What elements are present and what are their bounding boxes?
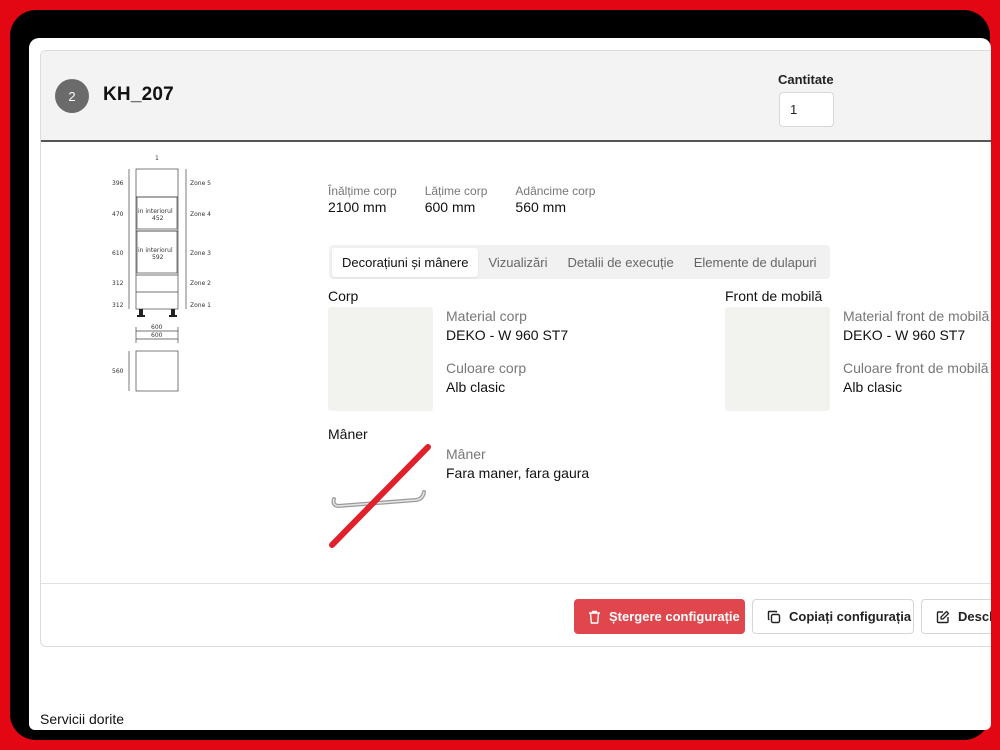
front-color-value: Alb clasic bbox=[843, 379, 903, 395]
footer-divider bbox=[41, 583, 991, 584]
height-label-zone4: 470 bbox=[112, 211, 124, 218]
corp-color-field: Culoare corp Alb clasic bbox=[446, 360, 526, 395]
corp-color-value: Alb clasic bbox=[446, 379, 506, 395]
step-badge: 2 bbox=[55, 79, 89, 113]
dimension-height: Înălțime corp 2100 mm bbox=[328, 184, 397, 215]
cabinet-drawing: 1 396 470 610 312 312 Zone 5 Zone 4 Zone… bbox=[112, 155, 211, 392]
front-material-label: Material front de mobilă bbox=[843, 308, 990, 324]
interior-label-1: in interiorul bbox=[138, 208, 173, 215]
dimension-height-value: 2100 mm bbox=[328, 199, 387, 215]
dimension-height-label: Înălțime corp bbox=[328, 184, 397, 198]
copy-configuration-label: Copiați configurația bbox=[789, 609, 912, 624]
copy-icon bbox=[767, 610, 781, 623]
configuration-card: 2 KH_207 Cantitate 1 1 396 470 610 312 3… bbox=[40, 50, 991, 647]
tab-visualizations[interactable]: Vizualizări bbox=[478, 248, 557, 277]
dimension-width-label: Lățime corp bbox=[424, 184, 488, 198]
tab-execution-details[interactable]: Detalii de execuție bbox=[557, 248, 683, 277]
delete-configuration-button[interactable]: Ștergere configurație bbox=[574, 599, 745, 634]
cabinet-code: KH_207 bbox=[103, 84, 174, 105]
width-inner-label: 600 bbox=[151, 332, 163, 339]
corp-material-label: Material corp bbox=[446, 308, 527, 324]
corp-material-value: DEKO - W 960 ST7 bbox=[446, 327, 569, 343]
height-label-zone1: 312 bbox=[112, 302, 124, 309]
dimensions-row: Înălțime corp 2100 mm Lățime corp 600 mm… bbox=[328, 184, 595, 215]
interior-value-1: 452 bbox=[152, 215, 164, 222]
corp-color-label: Culoare corp bbox=[446, 360, 527, 376]
front-color-field: Culoare front de mobilă Alb clasic bbox=[843, 360, 989, 395]
zone-label-3: Zone 3 bbox=[190, 250, 211, 257]
quantity-input[interactable] bbox=[779, 92, 834, 127]
dimension-width: Lățime corp 600 mm bbox=[425, 184, 488, 215]
cabinet-outline bbox=[128, 168, 187, 392]
tab-cabinet-elements[interactable]: Elemente de dulapuri bbox=[684, 248, 827, 277]
front-section-title: Front de mobilă bbox=[725, 288, 823, 304]
corp-material-swatch[interactable] bbox=[328, 307, 433, 411]
dimension-depth: Adâncime corp 560 mm bbox=[515, 184, 595, 215]
no-handle-image[interactable] bbox=[328, 444, 432, 549]
dimension-width-value: 600 mm bbox=[424, 199, 476, 215]
zone-label-1: Zone 1 bbox=[190, 302, 211, 309]
delete-configuration-label: Ștergere configurație bbox=[609, 609, 740, 624]
front-material-field: Material front de mobilă DEKO - W 960 ST… bbox=[843, 308, 989, 343]
dimension-depth-label: Adâncime corp bbox=[515, 184, 596, 198]
interior-value-2: 592 bbox=[152, 254, 164, 261]
height-label-zone3: 610 bbox=[112, 250, 124, 257]
handle-value: Fara maner, fara gaura bbox=[446, 465, 590, 481]
width-outer-label: 600 bbox=[151, 324, 163, 331]
strike-through-icon bbox=[329, 444, 431, 548]
zone-label-5: Zone 5 bbox=[190, 180, 211, 187]
height-label-zone5: 396 bbox=[112, 180, 124, 187]
card-header: 2 KH_207 Cantitate bbox=[41, 51, 991, 142]
tab-decorations-handles[interactable]: Decorațiuni și mânere bbox=[332, 247, 479, 277]
corp-section-title: Corp bbox=[328, 288, 359, 304]
edit-icon bbox=[936, 610, 950, 623]
description-label: Desch bbox=[958, 609, 991, 624]
zone-label-2: Zone 2 bbox=[190, 280, 211, 287]
cabinet-feet bbox=[137, 309, 177, 317]
drawing-top-label: 1 bbox=[155, 155, 159, 162]
front-material-value: DEKO - W 960 ST7 bbox=[843, 327, 966, 343]
corp-material-field: Material corp DEKO - W 960 ST7 bbox=[446, 308, 568, 343]
height-label-zone2: 312 bbox=[112, 280, 124, 287]
zone-label-4: Zone 4 bbox=[190, 211, 211, 218]
detail-tabs: Decorațiuni și mânere Vizualizări Detali… bbox=[329, 245, 830, 279]
description-button[interactable]: Desch bbox=[921, 599, 991, 634]
device-frame: 2 KH_207 Cantitate 1 1 396 470 610 312 3… bbox=[10, 10, 991, 740]
handle-label: Mâner bbox=[446, 446, 486, 462]
interior-label-2: in interiorul bbox=[138, 247, 173, 254]
front-color-label: Culoare front de mobilă bbox=[843, 360, 989, 376]
copy-configuration-button[interactable]: Copiați configurația bbox=[752, 599, 914, 634]
handle-field: Mâner Fara maner, fara gaura bbox=[446, 446, 589, 481]
services-heading: Servicii dorite bbox=[40, 711, 125, 727]
depth-label: 560 bbox=[112, 368, 124, 375]
trash-icon bbox=[589, 610, 600, 624]
front-material-swatch[interactable] bbox=[725, 307, 830, 411]
quantity-label: Cantitate bbox=[778, 72, 834, 87]
handle-section-title: Mâner bbox=[328, 426, 368, 442]
dimension-depth-value: 560 mm bbox=[515, 199, 566, 215]
app-screen: 2 KH_207 Cantitate 1 1 396 470 610 312 3… bbox=[29, 38, 991, 730]
